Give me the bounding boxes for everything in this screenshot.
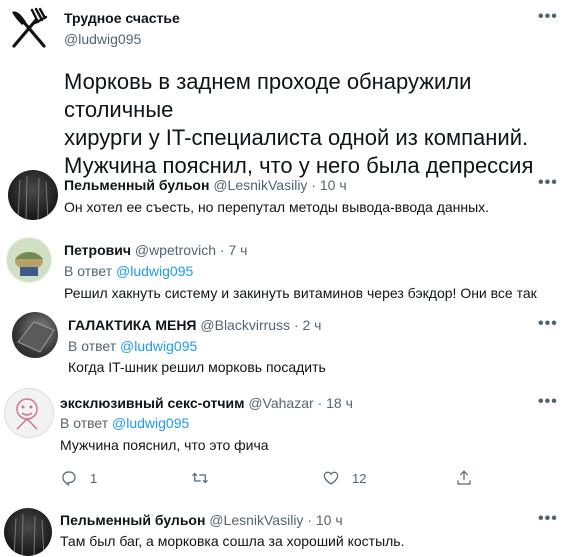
retweet-icon (192, 472, 208, 484)
main-post-line: хирурги у IT-специалиста одной из компан… (64, 125, 529, 150)
reply-time[interactable]: · 2 ч (294, 317, 322, 333)
reply-to-line: В ответ @ludwig095 (60, 415, 189, 431)
heart-icon (323, 471, 339, 485)
reply-author-handle[interactable]: @Vahazar (248, 395, 313, 411)
main-post-text: Морковь в заднем проходе обнаружили стол… (64, 68, 564, 180)
reply-to-handle[interactable]: @ludwig095 (120, 338, 197, 354)
share-action[interactable] (455, 469, 473, 487)
reply-header: Пельменный бульон @LesnikVasiliy · 10 ч (64, 176, 347, 194)
more-options-icon[interactable]: ••• (538, 8, 558, 26)
reply-time[interactable]: · 7 ч (220, 242, 248, 258)
like-count: 12 (352, 470, 367, 486)
reply-header: эксклюзивный секс-отчим @Vahazar · 18 ч (60, 394, 353, 412)
reply-to-prefix: В ответ (68, 338, 117, 354)
reply-author-handle[interactable]: @LesnikVasiliy (213, 177, 307, 193)
reply-to-handle[interactable]: @ludwig095 (116, 263, 193, 279)
avatar[interactable] (8, 170, 58, 220)
main-post-line: Морковь в заднем проходе обнаружили стол… (64, 69, 472, 122)
avatar[interactable] (4, 388, 54, 438)
reply-author-name[interactable]: Петрович (64, 242, 131, 258)
crossed-fork-knife-icon (12, 7, 48, 48)
reply-author-handle[interactable]: @wpetrovich (135, 242, 216, 258)
retweet-action[interactable] (190, 469, 222, 487)
reply-author-name[interactable]: ГАЛАКТИКА МЕНЯ (68, 317, 197, 333)
more-options-icon[interactable]: ••• (538, 510, 558, 528)
reply-text: Он хотел ее съесть, но перепутал методы … (64, 199, 490, 215)
reply-time[interactable]: · 10 ч (307, 512, 342, 528)
reply-time[interactable]: · 10 ч (311, 177, 346, 193)
reply-icon (62, 471, 76, 487)
reply-author-name[interactable]: Пельменный бульон (64, 177, 209, 193)
main-post-author-handle[interactable]: @ludwig095 (64, 31, 141, 47)
reply-author-handle[interactable]: @Blackvirruss (200, 317, 290, 333)
main-post-avatar[interactable] (6, 6, 52, 52)
more-options-icon[interactable]: ••• (538, 174, 558, 192)
reply-header: Пельменный бульон @LesnikVasiliy · 10 ч (60, 511, 343, 529)
reply-author-handle[interactable]: @LesnikVasiliy (209, 512, 303, 528)
reply-header: Петрович @wpetrovich · 7 ч (64, 241, 247, 259)
more-options-icon[interactable]: ••• (538, 393, 558, 411)
like-action[interactable]: 12 (322, 469, 366, 487)
reply-text: Когда IT-шник решил морковь посадить (68, 359, 326, 375)
reply-text: Решил хакнуть систему и закинуть витамин… (64, 285, 537, 301)
share-icon (457, 470, 471, 485)
reply-to-handle[interactable]: @ludwig095 (112, 415, 189, 431)
avatar[interactable] (4, 508, 52, 556)
reply-to-line: В ответ @ludwig095 (68, 338, 197, 354)
reply-author-name[interactable]: Пельменный бульон (60, 512, 205, 528)
reply-to-prefix: В ответ (60, 415, 109, 431)
reply-time[interactable]: · 18 ч (318, 395, 353, 411)
avatar[interactable] (12, 312, 58, 358)
avatar[interactable] (6, 237, 52, 283)
reply-count: 1 (90, 470, 98, 486)
reply-author-name[interactable]: эксклюзивный секс-отчим (60, 395, 244, 411)
more-options-icon[interactable]: ••• (538, 315, 558, 333)
reply-to-line: В ответ @ludwig095 (64, 263, 193, 279)
reply-action[interactable]: 1 (60, 469, 97, 487)
reply-text: Мужчина пояснил, что это фича (60, 437, 269, 453)
main-post-author-name[interactable]: Трудное счастье (64, 10, 180, 26)
reply-header: ГАЛАКТИКА МЕНЯ @Blackvirruss · 2 ч (68, 316, 321, 334)
reply-text: Там был баг, а морковка сошла за хороший… (60, 533, 405, 549)
reply-to-prefix: В ответ (64, 263, 113, 279)
